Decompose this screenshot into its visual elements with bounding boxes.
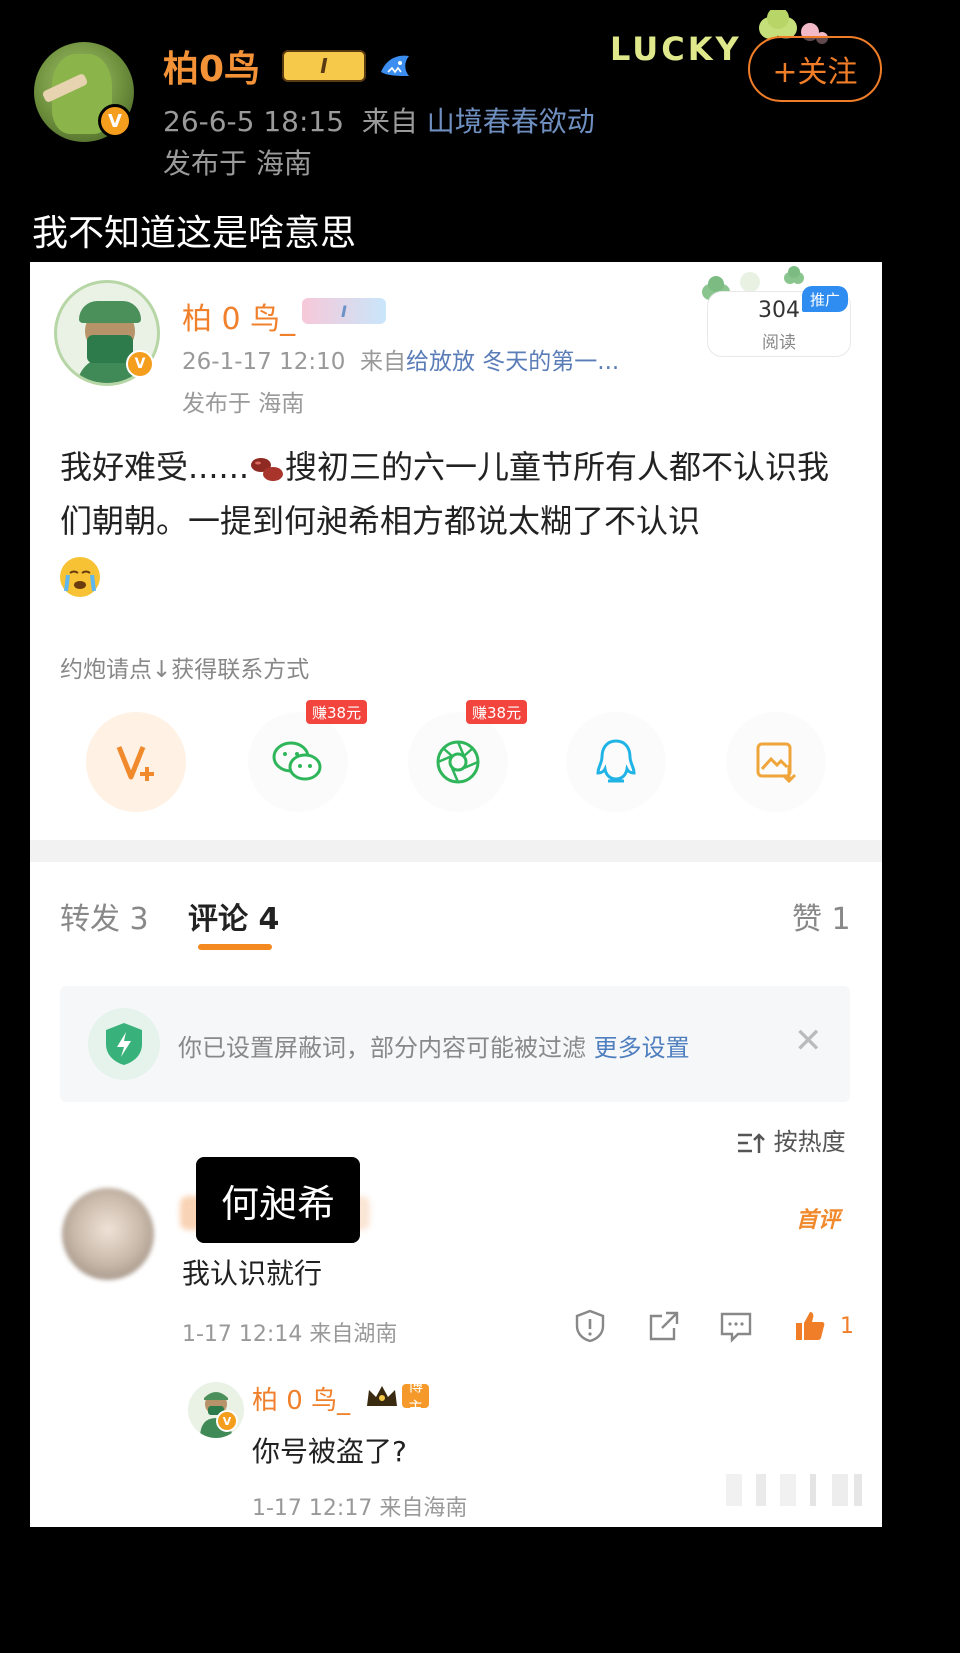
- save-image-icon: [756, 742, 797, 784]
- qq-icon: [596, 739, 636, 783]
- verified-icon: V: [126, 350, 154, 378]
- sort-icon: [738, 1133, 765, 1153]
- verified-icon: V: [98, 104, 132, 138]
- comment-actions: 1: [570, 1308, 870, 1348]
- view-count-label: 阅读: [762, 333, 796, 353]
- reply-avatar[interactable]: [188, 1382, 244, 1438]
- sort-by-hot[interactable]: 按热度: [736, 1122, 846, 1157]
- card-timestamp: 26-1-17 12:10: [182, 349, 346, 375]
- member-level-badge[interactable]: I: [282, 50, 366, 82]
- from-prefix: 来自: [361, 105, 418, 138]
- owner-label: 博主: [402, 1377, 430, 1416]
- share-icon[interactable]: [646, 1308, 682, 1344]
- first-comment-tag: 首评: [796, 1208, 841, 1233]
- share-v-plus[interactable]: [86, 712, 186, 812]
- shark-icon: [381, 55, 409, 76]
- reply-text: 你号被盗了?: [252, 1435, 407, 1468]
- follow-button[interactable]: +关注: [748, 36, 882, 102]
- post-source-link[interactable]: 山境春春欲动: [427, 105, 595, 138]
- tab-comment[interactable]: 评论 4: [188, 894, 279, 938]
- share-qq[interactable]: [566, 712, 666, 812]
- comment-text: 我认识就行: [182, 1257, 323, 1290]
- owner-tag: 博主: [364, 1377, 430, 1416]
- post-text: 我不知道这是啥意思: [32, 213, 357, 254]
- post-location: 发布于 海南: [163, 147, 312, 180]
- share-row: 赚38元 赚38元: [30, 700, 882, 822]
- card-text-part1: 我好难受......: [60, 448, 250, 486]
- filter-message: 你已设置屏蔽词，部分内容可能被过滤 更多设置: [178, 1028, 690, 1063]
- comment-icon[interactable]: [718, 1308, 754, 1344]
- sort-label: 按热度: [773, 1128, 846, 1156]
- card-location: 发布于 海南: [182, 391, 305, 417]
- interaction-tabs: 转发 3 评论 4 赞 1: [30, 862, 882, 972]
- comment-meta: 1-17 12:14 来自湖南: [182, 1316, 397, 1348]
- reward-badge: 赚38元: [466, 700, 528, 724]
- crown-icon: [367, 1386, 397, 1406]
- ad-line: 约炮请点↓获得联系方式: [60, 657, 310, 683]
- section-divider: [30, 840, 882, 862]
- poster-username[interactable]: 柏0鸟: [163, 40, 260, 92]
- lucky-decoration: LUCKY: [610, 30, 742, 68]
- watermark-bars: [726, 1474, 862, 1506]
- post-meta: 26-6-5 18:15 来自 山境春春欲动: [163, 100, 595, 140]
- red-bean-emoji-icon: [251, 458, 284, 481]
- v-plus-icon: [116, 746, 154, 781]
- overlay-name-label: 何昶希: [196, 1157, 360, 1243]
- crying-emoji-icon: [60, 557, 100, 597]
- card-username[interactable]: 柏 0 鸟_: [182, 294, 295, 338]
- reward-badge: 赚38元: [306, 700, 368, 724]
- post-timestamp: 26-6-5 18:15: [163, 105, 345, 138]
- member-level-badge[interactable]: I: [302, 298, 386, 324]
- card-post-meta: 26-1-17 12:10 来自给放放 冬天的第一...: [182, 342, 619, 376]
- like-icon[interactable]: [792, 1308, 828, 1344]
- tab-repost[interactable]: 转发 3: [60, 894, 149, 938]
- reply-username[interactable]: 柏 0 鸟_: [252, 1380, 350, 1417]
- from-prefix: 来自: [359, 349, 406, 375]
- report-icon[interactable]: [572, 1308, 608, 1344]
- close-icon[interactable]: ✕: [794, 1024, 823, 1058]
- wechat-icon: [272, 741, 322, 781]
- active-tab-indicator: [198, 944, 272, 950]
- comment-timestamp: 1-17 12:14: [182, 1322, 303, 1347]
- tab-like[interactable]: 赞 1: [792, 894, 851, 938]
- card-source-link[interactable]: 给放放 冬天的第一...: [406, 349, 619, 375]
- moments-icon: [436, 740, 480, 784]
- share-save-image[interactable]: [726, 712, 826, 812]
- filter-notice: 你已设置屏蔽词，部分内容可能被过滤 更多设置 ✕: [60, 986, 850, 1102]
- comment-location: 来自湖南: [309, 1322, 398, 1347]
- commenter-avatar[interactable]: [62, 1188, 154, 1280]
- embedded-screenshot: V 柏 0 鸟_ I 26-1-17 12:10 来自给放放 冬天的第一... …: [30, 262, 882, 1527]
- filter-message-text: 你已设置屏蔽词，部分内容可能被过滤: [178, 1034, 586, 1062]
- promote-tag[interactable]: 推广: [802, 286, 848, 312]
- reply-meta: 1-17 12:17 来自海南: [252, 1490, 467, 1522]
- more-settings-link[interactable]: 更多设置: [594, 1034, 690, 1062]
- reply-location: 来自海南: [379, 1496, 468, 1521]
- like-count: 1: [840, 1314, 854, 1339]
- share-moments[interactable]: [408, 712, 508, 812]
- shield-icon: [88, 1008, 160, 1080]
- verified-icon: V: [216, 1410, 238, 1432]
- reply-timestamp: 1-17 12:17: [252, 1496, 373, 1521]
- card-post-text: 我好难受...... 搜初三的六一儿童节所有人都不认识我们朝朝。一提到何昶希相方都…: [60, 440, 860, 602]
- share-wechat[interactable]: [248, 712, 348, 812]
